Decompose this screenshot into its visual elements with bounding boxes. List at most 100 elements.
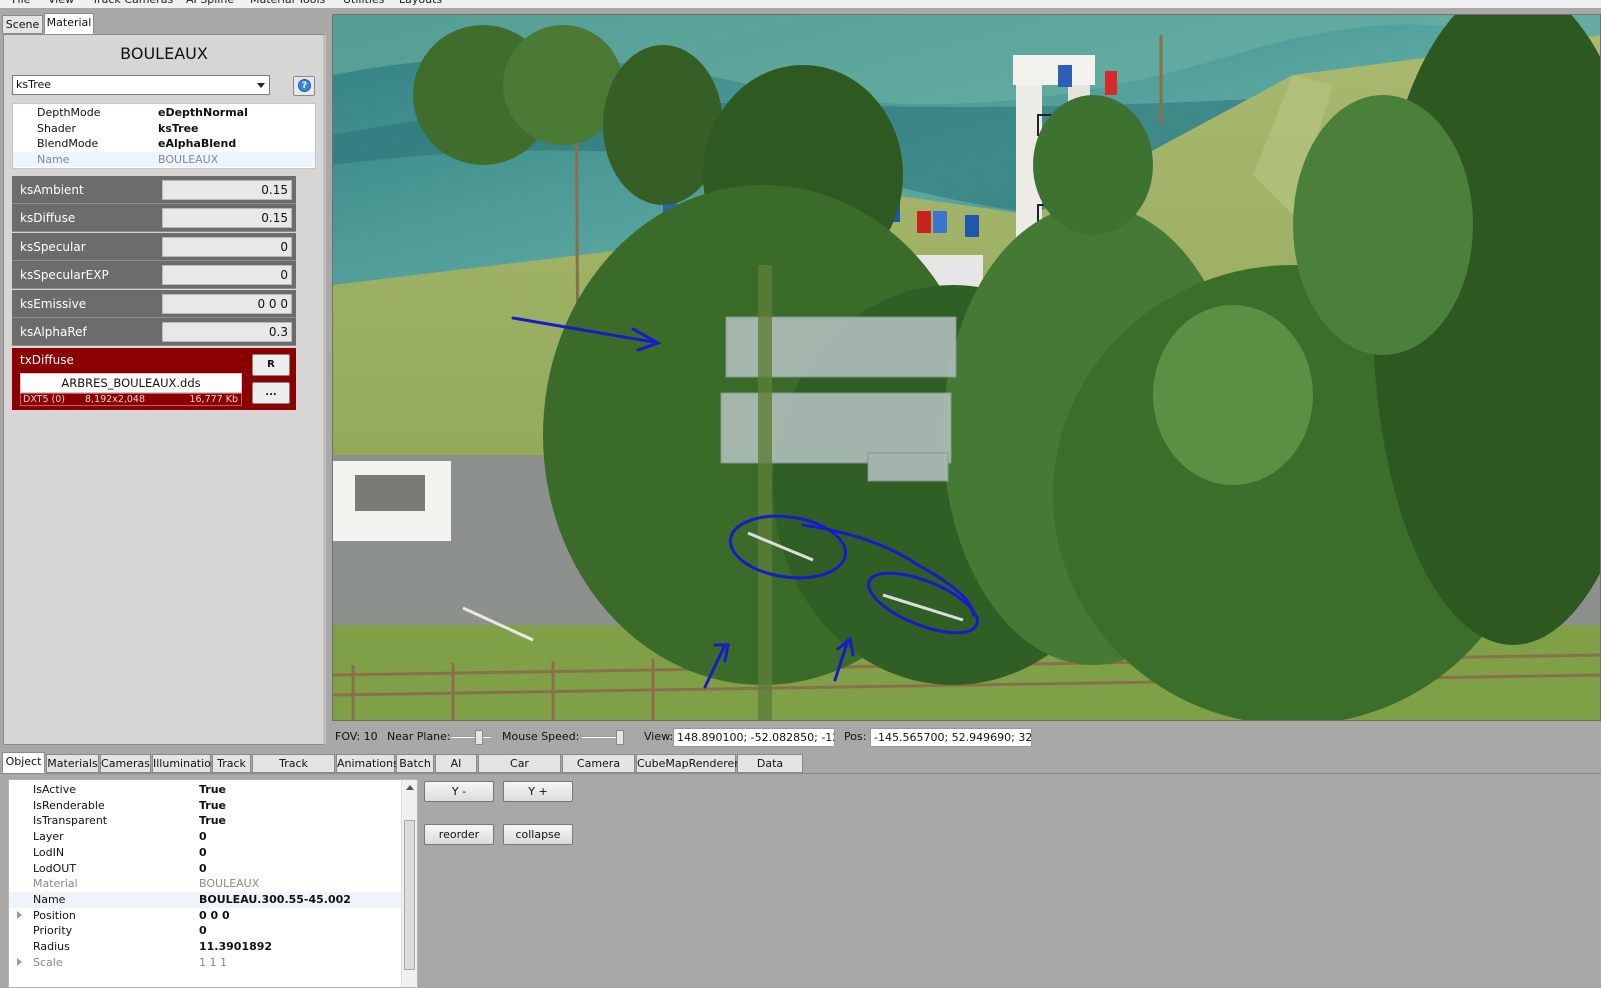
tab-cubemaprenderer[interactable]: CubeMapRenderer bbox=[636, 754, 739, 773]
menu-item[interactable]: Track Cameras bbox=[92, 0, 173, 6]
property-value[interactable]: BOULEAU.300.55-45.002 bbox=[199, 893, 351, 906]
property-value[interactable]: 1 1 1 bbox=[199, 956, 227, 969]
menu-item[interactable]: File bbox=[12, 0, 30, 6]
property-value[interactable]: True bbox=[199, 814, 226, 827]
vertical-scrollbar[interactable] bbox=[401, 780, 417, 987]
property-key: Position bbox=[33, 908, 76, 922]
texture-slot: txDiffuse ARBRES_BOULEAUX.dds DXT5 (0) 8… bbox=[12, 348, 296, 410]
property-row[interactable]: IsActive True bbox=[9, 782, 403, 798]
menu-bar: File View Track Cameras AI Spline Material T… bbox=[0, 0, 1601, 8]
menu-item[interactable]: View bbox=[48, 0, 74, 6]
expand-arrow-icon[interactable] bbox=[17, 910, 22, 919]
property-row[interactable]: Material BOULEAUX bbox=[9, 876, 403, 892]
material-title: BOULEAUX bbox=[120, 44, 208, 63]
property-value[interactable]: 11.3901892 bbox=[199, 940, 272, 953]
y-minus-button[interactable]: Y - bbox=[424, 781, 494, 802]
near-plane-label: Near Plane: bbox=[387, 730, 451, 743]
property-row[interactable]: BlendMode eAlphaBlend bbox=[13, 136, 315, 152]
param-value-field[interactable]: 0 bbox=[162, 236, 292, 257]
tab-animations[interactable]: Animations bbox=[336, 754, 399, 773]
scroll-up-icon[interactable] bbox=[406, 785, 414, 790]
3d-viewport[interactable] bbox=[332, 14, 1601, 721]
scroll-thumb[interactable] bbox=[404, 820, 415, 970]
near-plane-slider[interactable] bbox=[451, 730, 491, 745]
property-row[interactable]: LodOUT 0 bbox=[9, 861, 403, 877]
menu-item[interactable]: Utilities bbox=[343, 0, 384, 6]
tab-track[interactable]: Track bbox=[212, 754, 251, 773]
param-label: ksAmbient bbox=[20, 183, 84, 197]
property-row[interactable]: DepthMode eDepthNormal bbox=[13, 105, 315, 121]
property-value[interactable]: 0 bbox=[199, 862, 207, 875]
property-row[interactable]: IsTransparent True bbox=[9, 813, 403, 829]
texture-reset-button[interactable]: R bbox=[252, 354, 290, 376]
property-value[interactable]: BOULEAUX bbox=[199, 877, 259, 890]
help-button[interactable]: ? bbox=[293, 76, 315, 96]
mouse-speed-slider[interactable] bbox=[582, 730, 624, 745]
view-field[interactable]: 148.890100; -52.082850; -12.950 bbox=[673, 728, 835, 747]
tab-illumination[interactable]: Illumination bbox=[152, 754, 218, 773]
reorder-button[interactable]: reorder bbox=[424, 824, 494, 845]
param-value-field[interactable]: 0 0 0 bbox=[162, 293, 292, 314]
param-label: ksSpecular bbox=[20, 239, 86, 254]
param-value-field[interactable]: 0.15 bbox=[162, 208, 292, 229]
y-plus-button[interactable]: Y + bbox=[503, 781, 573, 802]
texture-browse-button[interactable]: ... bbox=[252, 382, 290, 404]
tab-car-animations[interactable]: Car Animations bbox=[478, 754, 561, 787]
menu-item[interactable]: Layouts bbox=[399, 0, 442, 6]
property-value[interactable]: eDepthNormal bbox=[158, 106, 248, 119]
property-row[interactable]: LodIN 0 bbox=[9, 845, 403, 861]
tab-data-scripts[interactable]: Data Scripts bbox=[737, 754, 803, 787]
param-label: ksDiffuse bbox=[20, 211, 76, 226]
chevron-down-icon[interactable] bbox=[257, 83, 265, 88]
tab-materials[interactable]: Materials bbox=[46, 754, 99, 773]
tab-ai[interactable]: AI bbox=[435, 754, 477, 773]
property-value[interactable]: 0 bbox=[199, 846, 207, 859]
param-label: ksEmissive bbox=[20, 296, 87, 311]
property-key: IsTransparent bbox=[33, 814, 108, 828]
shader-dropdown-value: ksTree bbox=[16, 78, 52, 91]
property-key: Name bbox=[33, 892, 66, 906]
property-value[interactable]: BOULEAUX bbox=[158, 153, 218, 166]
pos-field[interactable]: -145.565700; 52.949690; 32.4892 bbox=[870, 728, 1032, 747]
property-key: Scale bbox=[33, 955, 63, 969]
property-value[interactable]: eAlphaBlend bbox=[158, 137, 236, 150]
param-label: ksAlphaRef bbox=[20, 325, 87, 339]
property-row[interactable]: Name BOULEAU.300.55-45.002 bbox=[9, 891, 403, 908]
menu-item[interactable]: Material Tools bbox=[250, 0, 325, 6]
param-row: ksEmissive 0 0 0 bbox=[12, 289, 296, 318]
property-value[interactable]: 0 0 0 bbox=[199, 909, 230, 922]
tab-scene[interactable]: Scene bbox=[2, 15, 43, 34]
slider-thumb[interactable] bbox=[475, 730, 483, 745]
property-value[interactable]: 0 bbox=[199, 830, 207, 843]
property-row[interactable]: Priority 0 bbox=[9, 923, 403, 939]
property-value[interactable]: True bbox=[199, 783, 226, 796]
property-row[interactable]: Radius 11.3901892 bbox=[9, 939, 403, 955]
tab-material[interactable]: Material bbox=[44, 13, 94, 34]
tab-batch[interactable]: Batch bbox=[396, 754, 434, 773]
param-value-field[interactable]: 0 bbox=[162, 265, 292, 286]
collapse-button[interactable]: collapse bbox=[503, 824, 573, 845]
object-panel: IsActive True IsRenderable True IsTransparen… bbox=[0, 775, 1601, 988]
tab-object[interactable]: Object bbox=[2, 752, 45, 773]
property-key: IsActive bbox=[33, 783, 77, 796]
property-row[interactable]: IsRenderable True bbox=[9, 798, 403, 814]
property-row[interactable]: Name BOULEAUX bbox=[13, 151, 315, 168]
shader-dropdown[interactable]: ksTree bbox=[12, 75, 270, 95]
tab-track-cameras[interactable]: Track Cameras bbox=[252, 754, 335, 787]
param-value-field[interactable]: 0.15 bbox=[162, 180, 292, 200]
property-value[interactable]: True bbox=[199, 799, 226, 812]
expand-arrow-icon[interactable] bbox=[17, 957, 22, 966]
property-key: Radius bbox=[33, 940, 70, 953]
property-value[interactable]: ksTree bbox=[158, 122, 199, 135]
property-value[interactable]: 0 bbox=[199, 924, 207, 937]
tab-camera-spline[interactable]: Camera Spline bbox=[562, 754, 635, 787]
property-row[interactable]: Layer 0 bbox=[9, 829, 403, 845]
param-value-field[interactable]: 0.3 bbox=[162, 322, 292, 342]
tab-cameras[interactable]: Cameras bbox=[100, 754, 151, 773]
menu-item[interactable]: AI Spline bbox=[186, 0, 234, 6]
property-row[interactable]: Shader ksTree bbox=[13, 121, 315, 137]
property-row[interactable]: Position 0 0 0 bbox=[9, 908, 403, 924]
slider-thumb[interactable] bbox=[616, 730, 624, 745]
property-row[interactable]: Scale 1 1 1 bbox=[9, 955, 403, 971]
texture-file-field[interactable]: ARBRES_BOULEAUX.dds bbox=[20, 373, 242, 393]
